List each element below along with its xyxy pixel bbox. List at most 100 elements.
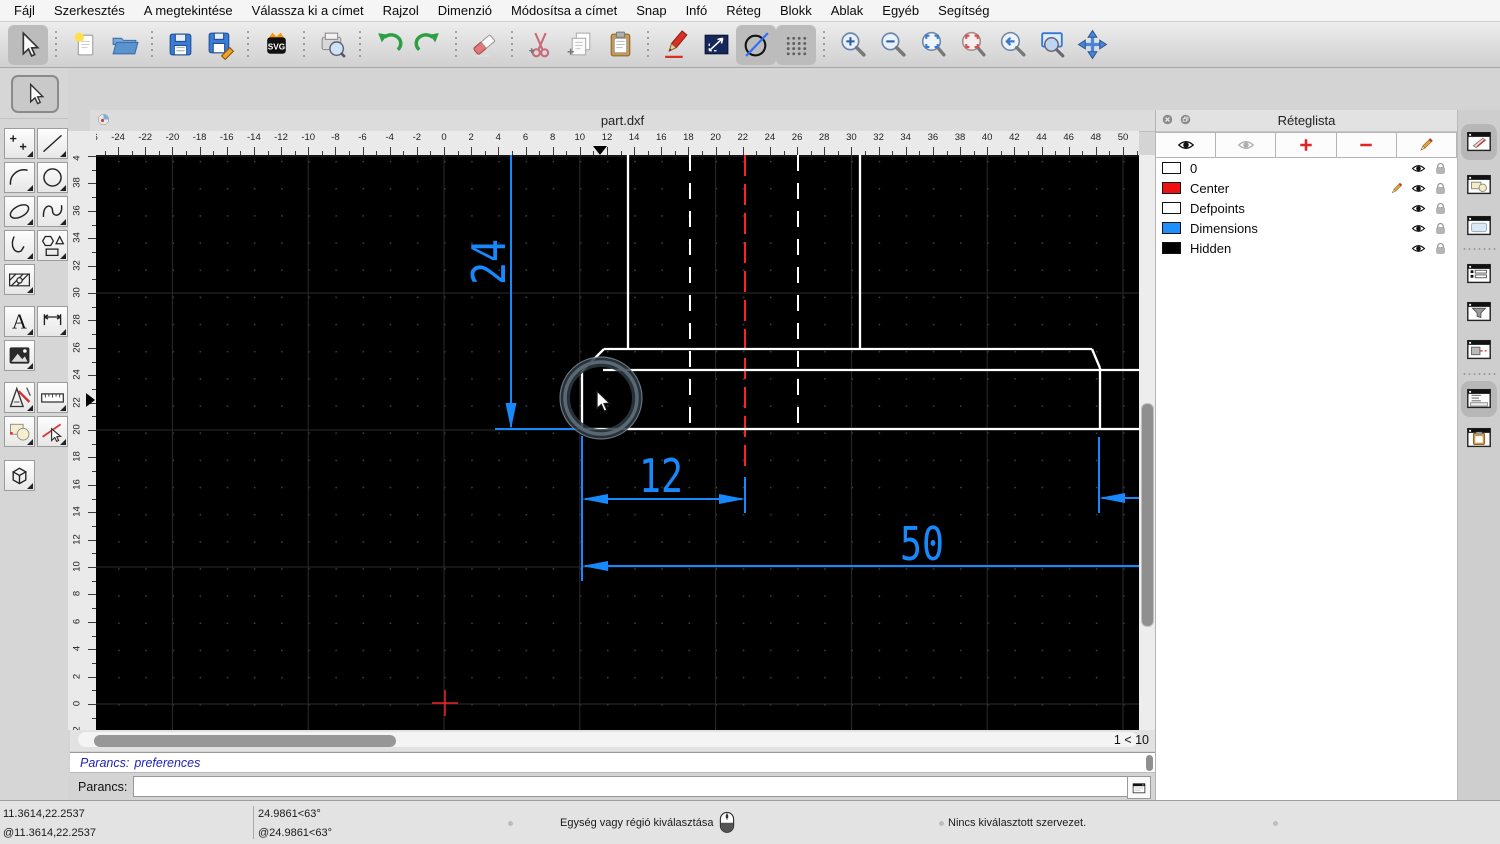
zoom-selected-button[interactable]	[952, 25, 992, 65]
dim50-text[interactable]: 50	[900, 517, 944, 571]
layer-color-swatch[interactable]	[1162, 202, 1181, 214]
dock-library-browser-button[interactable]	[1464, 211, 1494, 241]
layer-lock-toggle[interactable]	[1429, 241, 1451, 256]
zoom-auto-button[interactable]	[912, 25, 952, 65]
menu-item-blokk[interactable]: Blokk	[780, 3, 812, 18]
dock-entity-list-button[interactable]	[1464, 259, 1494, 289]
dim24-text[interactable]: 24	[462, 239, 516, 285]
text-tool-button[interactable]: A	[4, 306, 35, 337]
menu-item-a-megtekint-se[interactable]: A megtekintése	[144, 3, 233, 18]
drawing-window-titlebar[interactable]: part.dxf	[90, 110, 1155, 132]
dock-block-list-button[interactable]	[1464, 170, 1494, 200]
paste-button[interactable]	[600, 25, 640, 65]
menu-item-v-lassza-ki-a-c-met[interactable]: Válassza ki a címet	[252, 3, 364, 18]
new-file-button[interactable]	[64, 25, 104, 65]
hatch-tool-button[interactable]	[4, 264, 35, 295]
layer-lock-toggle[interactable]	[1429, 221, 1451, 236]
add-layer-button[interactable]	[1275, 132, 1337, 158]
layer-visibility-toggle[interactable]	[1407, 161, 1429, 176]
grid-toggle-button[interactable]	[776, 24, 816, 65]
polyline-tool-button[interactable]	[4, 230, 35, 261]
zoom-in-button[interactable]	[832, 25, 872, 65]
vertical-scrollbar[interactable]	[1141, 403, 1154, 627]
layer-color-swatch[interactable]	[1162, 222, 1181, 234]
delete-tool-button[interactable]	[464, 25, 504, 65]
hide-all-layers-button[interactable]	[1215, 132, 1277, 158]
shape-tool-button[interactable]	[37, 230, 68, 261]
layer-visibility-toggle[interactable]	[1407, 201, 1429, 216]
layer-lock-toggle[interactable]	[1429, 181, 1451, 196]
show-all-layers-button[interactable]	[1155, 132, 1217, 158]
select-tool-button[interactable]	[11, 75, 59, 113]
circle-tool-button[interactable]	[37, 162, 68, 193]
measure-tool-button[interactable]	[37, 382, 68, 413]
menu-item-dimenzi-[interactable]: Dimenzió	[438, 3, 492, 18]
dock-clipboard-button[interactable]	[1464, 423, 1494, 453]
pen-tool-button[interactable]	[656, 25, 696, 65]
redo-button[interactable]	[408, 25, 448, 65]
menu-item-m-dos-tsa-a-c-met[interactable]: Módosítsa a címet	[511, 3, 617, 18]
menu-item-seg-ts-g[interactable]: Segítség	[938, 3, 989, 18]
dim12-text[interactable]: 12	[639, 449, 683, 503]
layer-color-swatch[interactable]	[1162, 242, 1181, 254]
menu-item-f-jl[interactable]: Fájl	[14, 3, 35, 18]
edit-layer-button[interactable]	[1395, 132, 1458, 158]
layer-row[interactable]: 0	[1156, 158, 1457, 178]
spline-tool-button[interactable]	[37, 196, 68, 227]
export-svg-button[interactable]: SVG	[256, 25, 296, 65]
layer-row[interactable]: Dimensions	[1156, 218, 1457, 238]
open-file-button[interactable]	[104, 25, 144, 65]
zoom-previous-button[interactable]	[992, 25, 1032, 65]
horizontal-scrollbar-track[interactable]	[78, 732, 1138, 747]
dimension-tool-button[interactable]	[37, 306, 68, 337]
layer-color-swatch[interactable]	[1162, 162, 1181, 174]
command-input[interactable]	[133, 776, 1130, 797]
menu-item-rajzol[interactable]: Rajzol	[383, 3, 419, 18]
menu-item-ablak[interactable]: Ablak	[831, 3, 864, 18]
menu-item-szerkeszt-s[interactable]: Szerkesztés	[54, 3, 125, 18]
horizontal-scrollbar[interactable]	[94, 735, 396, 747]
layer-color-swatch[interactable]	[1162, 182, 1181, 194]
layer-visibility-toggle[interactable]	[1407, 181, 1429, 196]
copy-button[interactable]	[560, 25, 600, 65]
save-file-button[interactable]	[160, 25, 200, 65]
ellipse-tool-button[interactable]	[4, 196, 35, 227]
dock-layer-list-button[interactable]	[1464, 127, 1494, 157]
arc-tool-button[interactable]	[4, 162, 35, 193]
menu-item-snap[interactable]: Snap	[636, 3, 666, 18]
layer-row[interactable]: Center	[1156, 178, 1457, 198]
layer-lock-toggle[interactable]	[1429, 201, 1451, 216]
cut-button[interactable]	[520, 25, 560, 65]
dock-command-line-button[interactable]	[1464, 384, 1494, 414]
undo-button[interactable]	[368, 25, 408, 65]
block-tool-button[interactable]	[4, 416, 35, 447]
save-file-as-button[interactable]	[200, 25, 240, 65]
modify-tool-button[interactable]	[4, 382, 35, 413]
layer-visibility-toggle[interactable]	[1407, 221, 1429, 236]
remove-layer-button[interactable]	[1335, 132, 1397, 158]
command-widget-button[interactable]	[1127, 776, 1151, 799]
menu-item-egy-b[interactable]: Egyéb	[882, 3, 919, 18]
pan-view-button[interactable]	[1072, 25, 1112, 65]
layer-visibility-toggle[interactable]	[1407, 241, 1429, 256]
layer-lock-toggle[interactable]	[1429, 161, 1451, 176]
zoom-window-button[interactable]	[1032, 25, 1072, 65]
zoom-out-button[interactable]	[872, 25, 912, 65]
dock-selection-filter-button[interactable]	[1464, 297, 1494, 327]
circle-tool-button[interactable]	[736, 24, 776, 65]
entity-select-tool-button[interactable]	[37, 416, 68, 447]
layer-row[interactable]: Defpoints	[1156, 198, 1457, 218]
polyline-tool-button[interactable]	[696, 25, 736, 65]
image-tool-button[interactable]	[4, 340, 35, 371]
menu-item-inf-[interactable]: Infó	[686, 3, 708, 18]
menu-item-r-teg[interactable]: Réteg	[726, 3, 761, 18]
select-tool-button[interactable]	[8, 24, 48, 65]
print-preview-button[interactable]	[312, 25, 352, 65]
layer-row[interactable]: Hidden	[1156, 238, 1457, 258]
dock-wall-tools-button[interactable]	[1464, 335, 1494, 365]
3d-tool-button[interactable]	[4, 460, 35, 491]
point-tool-button[interactable]	[4, 128, 35, 159]
drawing-canvas[interactable]: 24 12 50	[96, 155, 1139, 730]
line-tool-button[interactable]	[37, 128, 68, 159]
command-history-scrollbar[interactable]	[1146, 755, 1153, 771]
